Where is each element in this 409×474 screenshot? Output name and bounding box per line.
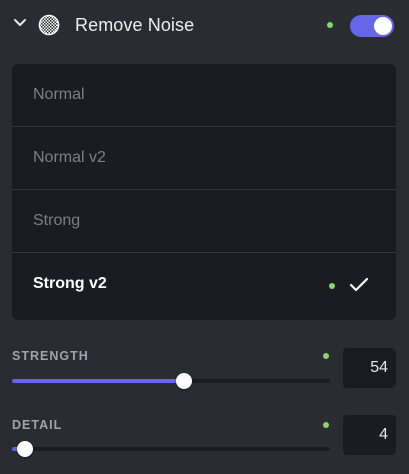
strength-slider-thumb[interactable]	[175, 373, 192, 389]
noise-mode-list: Normal Normal v2 Strong Strong v2	[12, 64, 396, 320]
strength-modified-dot	[323, 353, 329, 359]
option-label: Strong	[33, 212, 81, 229]
option-normal[interactable]: Normal	[12, 64, 396, 127]
option-label: Normal v2	[33, 149, 106, 166]
strength-label: STRENGTH	[12, 349, 89, 363]
detail-modified-dot	[323, 422, 329, 428]
option-label: Strong v2	[33, 275, 107, 292]
strength-value-input[interactable]: 54	[343, 348, 396, 388]
option-strong-v2[interactable]: Strong v2	[12, 253, 396, 320]
strength-slider[interactable]	[12, 373, 330, 389]
status-dot	[327, 22, 333, 28]
chevron-down-icon[interactable]	[13, 17, 27, 29]
toggle-knob	[374, 17, 392, 35]
detail-slider-thumb[interactable]	[16, 441, 33, 457]
detail-slider[interactable]	[12, 441, 330, 457]
remove-noise-panel: Remove Noise Normal Normal v2 Strong Str…	[0, 0, 409, 474]
strength-slider-fill	[12, 379, 184, 383]
option-normal-v2[interactable]: Normal v2	[12, 127, 396, 190]
option-label: Normal	[33, 86, 85, 103]
enable-toggle[interactable]	[350, 15, 394, 37]
selected-dot	[329, 283, 335, 289]
detail-label: DETAIL	[12, 418, 63, 432]
panel-header[interactable]: Remove Noise	[0, 0, 409, 52]
panel-title: Remove Noise	[75, 15, 195, 35]
detail-value-input[interactable]: 4	[343, 415, 396, 455]
checkmark-icon	[349, 277, 369, 292]
option-strong[interactable]: Strong	[12, 190, 396, 253]
noise-checker-icon	[38, 14, 60, 36]
